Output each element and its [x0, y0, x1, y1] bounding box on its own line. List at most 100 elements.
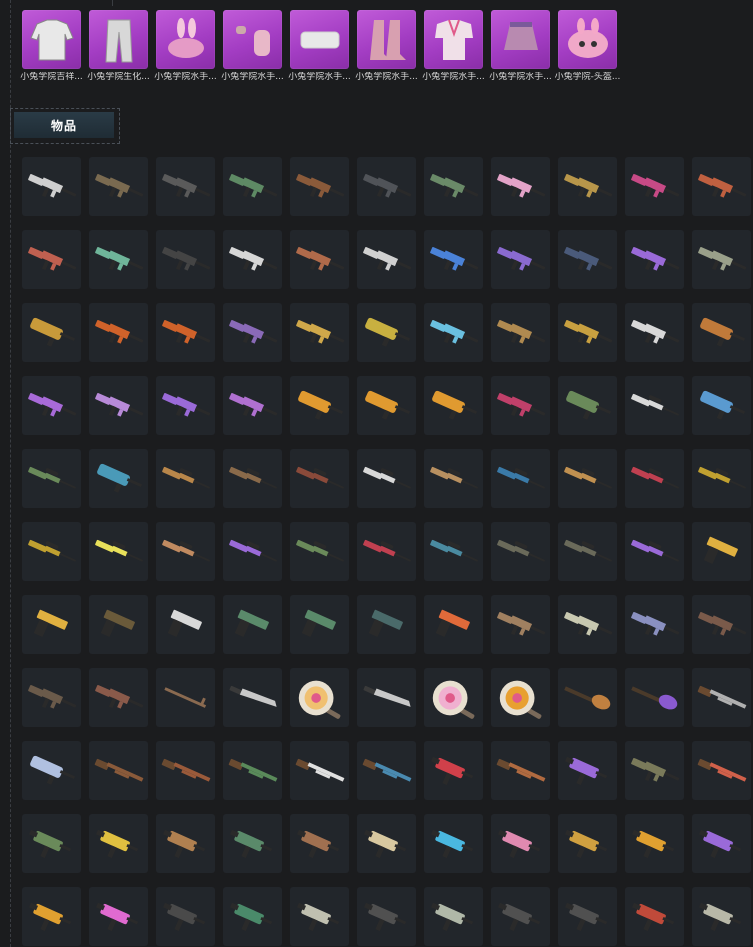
item-slot[interactable]: [424, 814, 483, 873]
item-slot[interactable]: [223, 303, 282, 362]
item-slot[interactable]: [89, 741, 148, 800]
item-slot[interactable]: [223, 668, 282, 727]
item-slot[interactable]: [491, 887, 550, 946]
item-slot[interactable]: [424, 887, 483, 946]
item-slot[interactable]: [89, 303, 148, 362]
item-slot[interactable]: [692, 449, 751, 508]
item-slot[interactable]: [692, 303, 751, 362]
item-slot[interactable]: [89, 668, 148, 727]
item-slot[interactable]: [625, 668, 684, 727]
item-slot[interactable]: [558, 741, 617, 800]
item-slot[interactable]: [22, 449, 81, 508]
item-slot[interactable]: [625, 449, 684, 508]
item-slot[interactable]: [89, 887, 148, 946]
item-slot[interactable]: [424, 157, 483, 216]
outfit-item[interactable]: 小兔学院水手...: [422, 10, 485, 83]
item-slot[interactable]: [290, 741, 349, 800]
item-slot[interactable]: [424, 741, 483, 800]
item-slot[interactable]: [625, 522, 684, 581]
item-slot[interactable]: [625, 595, 684, 654]
item-slot[interactable]: [22, 230, 81, 289]
item-slot[interactable]: [558, 522, 617, 581]
item-slot[interactable]: [424, 595, 483, 654]
item-slot[interactable]: [357, 741, 416, 800]
item-slot[interactable]: [692, 157, 751, 216]
outfit-item[interactable]: 小兔学院生化...: [87, 10, 150, 83]
item-slot[interactable]: [491, 814, 550, 873]
outfit-item[interactable]: 小兔学院水手...: [154, 10, 217, 83]
item-slot[interactable]: [424, 376, 483, 435]
item-slot[interactable]: [692, 595, 751, 654]
item-slot[interactable]: [156, 887, 215, 946]
item-slot[interactable]: [625, 741, 684, 800]
item-slot[interactable]: [692, 741, 751, 800]
item-slot[interactable]: [692, 376, 751, 435]
item-slot[interactable]: [156, 157, 215, 216]
item-slot[interactable]: [290, 376, 349, 435]
item-slot[interactable]: [290, 230, 349, 289]
item-slot[interactable]: [692, 668, 751, 727]
item-slot[interactable]: [491, 741, 550, 800]
item-slot[interactable]: [491, 303, 550, 362]
item-slot[interactable]: [424, 668, 483, 727]
item-slot[interactable]: [357, 230, 416, 289]
item-slot[interactable]: [491, 157, 550, 216]
item-slot[interactable]: [625, 230, 684, 289]
section-tab-items[interactable]: 物品: [0, 108, 120, 144]
item-slot[interactable]: [357, 376, 416, 435]
item-slot[interactable]: [357, 303, 416, 362]
item-slot[interactable]: [491, 230, 550, 289]
item-slot[interactable]: [223, 376, 282, 435]
item-slot[interactable]: [290, 449, 349, 508]
item-slot[interactable]: [491, 668, 550, 727]
item-slot[interactable]: [223, 157, 282, 216]
item-slot[interactable]: [290, 668, 349, 727]
outfit-item[interactable]: 小兔学院水手...: [355, 10, 418, 83]
item-slot[interactable]: [223, 522, 282, 581]
item-slot[interactable]: [692, 230, 751, 289]
item-slot[interactable]: [491, 522, 550, 581]
item-slot[interactable]: [89, 157, 148, 216]
item-slot[interactable]: [491, 376, 550, 435]
item-slot[interactable]: [22, 303, 81, 362]
item-slot[interactable]: [357, 522, 416, 581]
item-slot[interactable]: [89, 814, 148, 873]
item-slot[interactable]: [22, 376, 81, 435]
item-slot[interactable]: [89, 595, 148, 654]
item-slot[interactable]: [156, 741, 215, 800]
item-slot[interactable]: [89, 376, 148, 435]
item-slot[interactable]: [357, 595, 416, 654]
item-slot[interactable]: [156, 595, 215, 654]
item-slot[interactable]: [22, 668, 81, 727]
item-slot[interactable]: [692, 887, 751, 946]
item-slot[interactable]: [290, 522, 349, 581]
item-slot[interactable]: [156, 303, 215, 362]
item-slot[interactable]: [156, 668, 215, 727]
item-slot[interactable]: [625, 887, 684, 946]
item-slot[interactable]: [692, 522, 751, 581]
item-slot[interactable]: [558, 595, 617, 654]
item-slot[interactable]: [558, 157, 617, 216]
item-slot[interactable]: [22, 595, 81, 654]
item-slot[interactable]: [558, 449, 617, 508]
item-slot[interactable]: [223, 449, 282, 508]
item-slot[interactable]: [424, 303, 483, 362]
item-slot[interactable]: [223, 814, 282, 873]
item-slot[interactable]: [625, 814, 684, 873]
item-slot[interactable]: [89, 522, 148, 581]
item-slot[interactable]: [22, 814, 81, 873]
item-slot[interactable]: [692, 814, 751, 873]
item-slot[interactable]: [223, 741, 282, 800]
item-slot[interactable]: [22, 522, 81, 581]
item-slot[interactable]: [625, 376, 684, 435]
item-slot[interactable]: [290, 303, 349, 362]
item-slot[interactable]: [89, 230, 148, 289]
item-slot[interactable]: [22, 887, 81, 946]
item-slot[interactable]: [424, 230, 483, 289]
item-slot[interactable]: [491, 595, 550, 654]
item-slot[interactable]: [558, 230, 617, 289]
item-slot[interactable]: [357, 157, 416, 216]
item-slot[interactable]: [625, 303, 684, 362]
item-slot[interactable]: [558, 887, 617, 946]
item-slot[interactable]: [156, 814, 215, 873]
